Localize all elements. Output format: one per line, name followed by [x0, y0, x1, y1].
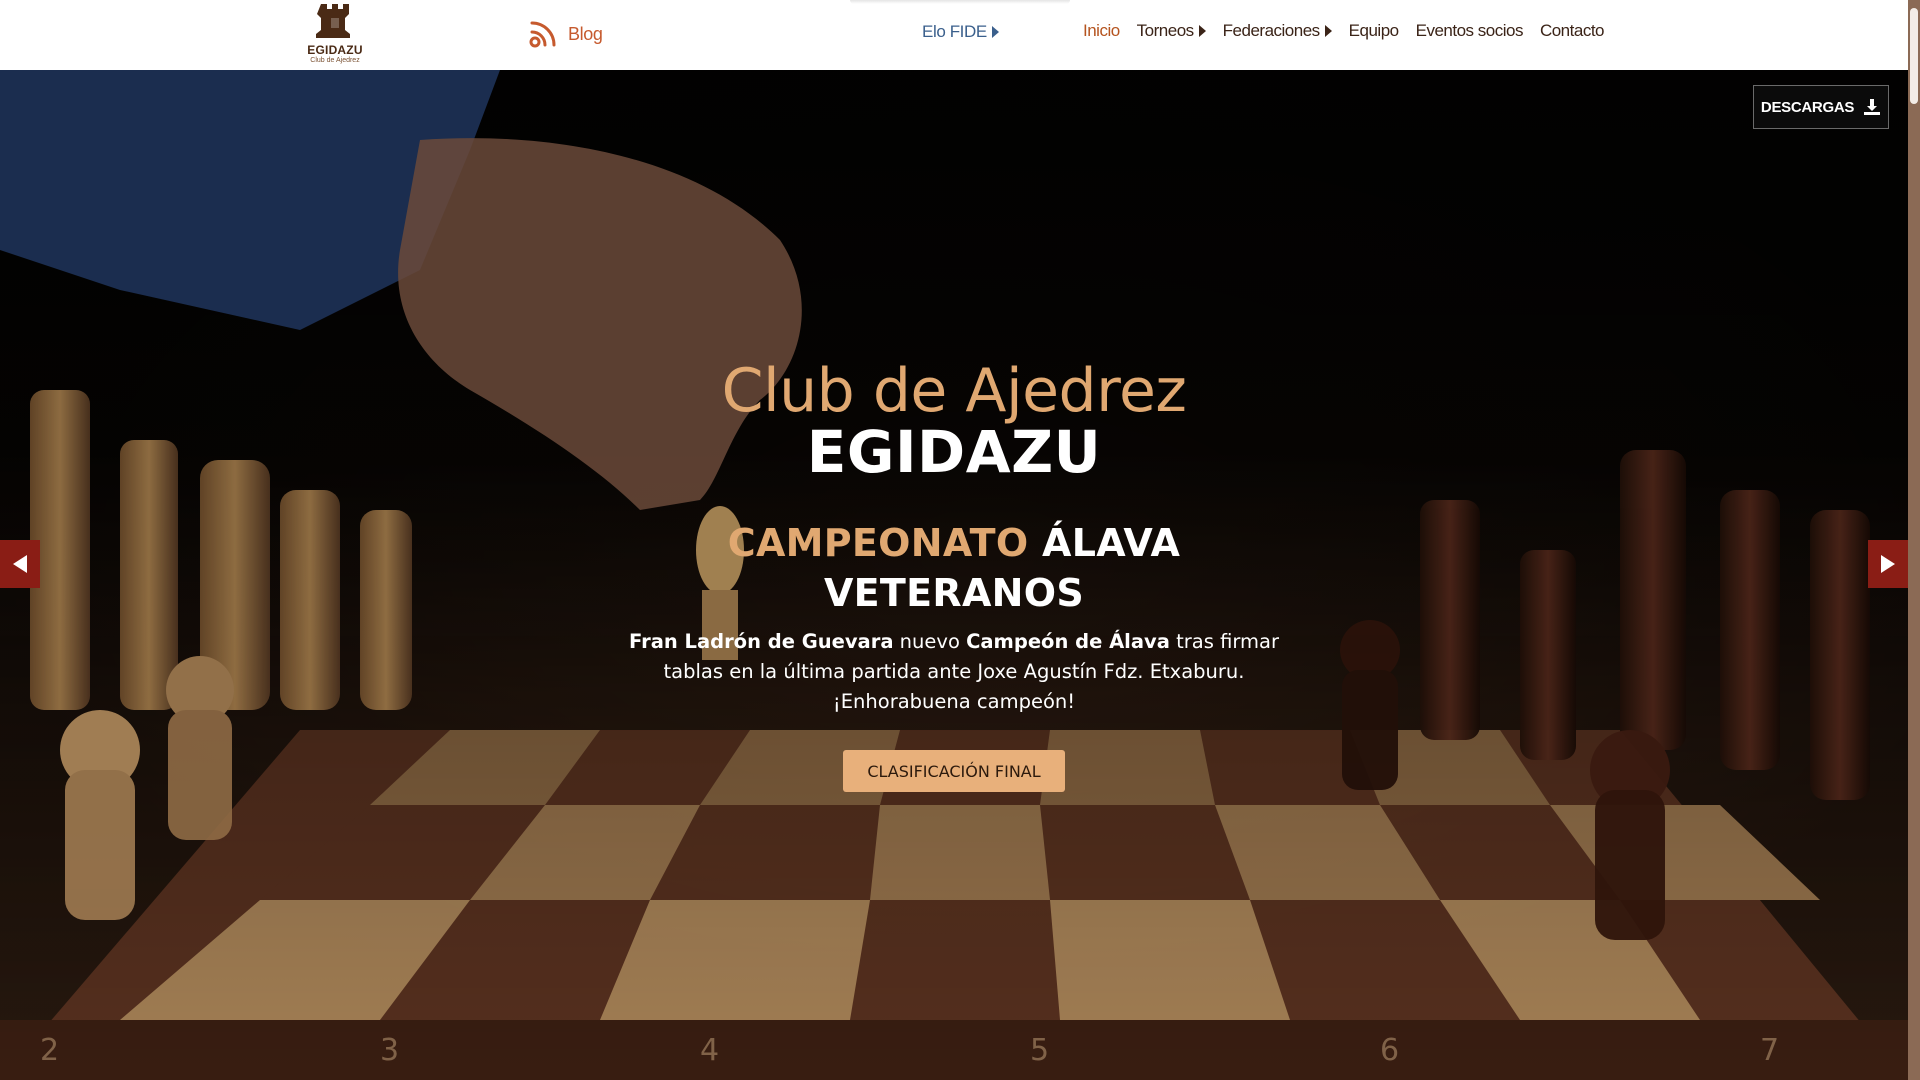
nav-shadow	[850, 0, 1070, 4]
blog-label: Blog	[568, 23, 603, 44]
prev-slide-button[interactable]	[0, 540, 40, 588]
menu-item-eventos-socios[interactable]: Eventos socios	[1415, 21, 1524, 41]
paragraph-text: nuevo	[893, 630, 967, 653]
hero-paragraph: Fran Ladrón de Guevara nuevo Campeón de …	[600, 627, 1308, 717]
next-arrow-icon	[1881, 555, 1895, 573]
hero-title-line2: EGIDAZU	[806, 418, 1102, 486]
download-icon	[1864, 99, 1881, 115]
top-navbar: EGIDAZU Club de Ajedrez Blog Elo FIDE In…	[0, 0, 1908, 70]
caret-right-icon	[1198, 25, 1206, 37]
champion-name: Fran Ladrón de Guevara	[629, 630, 894, 653]
prev-arrow-icon	[13, 555, 27, 573]
hero-title-line1: Club de Ajedrez	[721, 356, 1187, 426]
page-scrollbar[interactable]	[1908, 0, 1920, 1080]
rss-icon	[529, 21, 556, 48]
downloads-button[interactable]: DESCARGAS	[1753, 85, 1889, 129]
menu-item-label: Eventos socios	[1415, 21, 1524, 40]
logo-name: EGIDAZU	[307, 43, 363, 57]
menu-item-equipo[interactable]: Equipo	[1349, 21, 1399, 41]
menu-item-label: Contacto	[1539, 21, 1605, 40]
board-number: 5	[1030, 1033, 1049, 1068]
main-menu: Inicio Torneos Federaciones Equipo Event…	[1083, 21, 1605, 41]
champion-title: Campeón de Álava	[966, 630, 1170, 653]
board-number: 2	[40, 1033, 59, 1068]
menu-item-label: Torneos	[1136, 21, 1194, 40]
menu-item-label: Inicio	[1082, 21, 1120, 40]
elo-fide-label: Elo FIDE	[922, 22, 987, 41]
hero-headline: CAMPEONATO ÁLAVA VETERANOS	[650, 518, 1258, 618]
downloads-label: DESCARGAS	[1760, 98, 1855, 116]
elo-fide-menu[interactable]: Elo FIDE	[922, 22, 999, 42]
menu-item-torneos[interactable]: Torneos	[1137, 21, 1206, 41]
menu-item-inicio[interactable]: Inicio	[1083, 21, 1120, 41]
board-number: 4	[700, 1033, 719, 1068]
menu-item-contacto[interactable]: Contacto	[1539, 21, 1605, 41]
caret-right-icon	[1324, 25, 1332, 37]
board-number: 7	[1760, 1033, 1779, 1068]
menu-item-label: Equipo	[1348, 21, 1399, 40]
menu-item-federaciones[interactable]: Federaciones	[1223, 21, 1332, 41]
site-logo[interactable]: EGIDAZU Club de Ajedrez	[303, 2, 367, 66]
final-standings-button[interactable]: CLASIFICACIÓN FINAL	[843, 750, 1065, 792]
board-number: 6	[1380, 1033, 1399, 1068]
headline-accent: CAMPEONATO	[727, 521, 1029, 565]
board-number: 3	[380, 1033, 399, 1068]
caret-right-icon	[991, 26, 999, 38]
rook-icon	[316, 4, 350, 38]
scrollbar-thumb[interactable]	[1910, 8, 1918, 104]
logo-subtitle: Club de Ajedrez	[310, 57, 360, 64]
menu-item-label: Federaciones	[1222, 21, 1321, 40]
blog-link[interactable]: Blog	[528, 18, 603, 50]
next-slide-button[interactable]	[1868, 540, 1908, 588]
